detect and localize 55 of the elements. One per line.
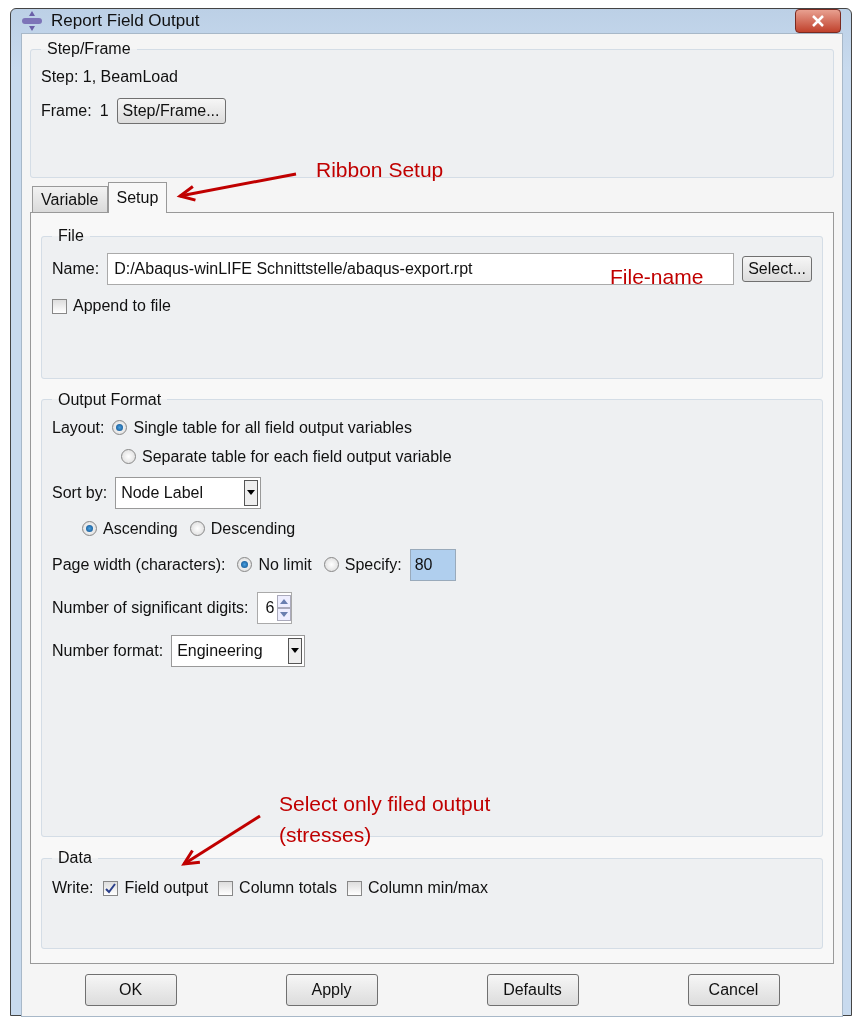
radio-button[interactable]: [82, 521, 97, 537]
annotation-text: Select only filed output (stresses): [279, 791, 492, 848]
group-title: File: [57, 227, 85, 245]
tab[interactable]: Variable: [32, 186, 108, 212]
number-format-label: Number format:: [52, 641, 164, 660]
spinner-arrows-icon: [277, 594, 292, 621]
group-title: Data: [57, 849, 93, 868]
digits-label: Number of significant digits:: [52, 598, 249, 617]
radio-button[interactable]: [121, 449, 136, 465]
caret-icon: [291, 648, 300, 654]
sort-by-dropdown[interactable]: Node Label: [115, 476, 262, 509]
dialog-button[interactable]: OK: [84, 974, 177, 1006]
radio-label: No limit: [258, 555, 312, 574]
annotation-text: Ribbon Setup: [316, 158, 444, 182]
checkbox-label: Field output: [124, 879, 209, 898]
step-text: Step: 1, BeamLoad: [41, 68, 179, 86]
checkbox-label: Column min/max: [367, 879, 488, 898]
checkbox[interactable]: [103, 880, 119, 896]
radio-button[interactable]: [237, 557, 253, 573]
page-width-label: Page width (characters):: [52, 555, 226, 574]
checkbox[interactable]: [346, 880, 362, 896]
dialog-button[interactable]: Apply: [285, 974, 378, 1006]
dialog-button[interactable]: Defaults: [486, 974, 579, 1006]
app-icon: [21, 11, 43, 31]
radio-button[interactable]: [189, 521, 205, 537]
close-button[interactable]: [795, 9, 841, 33]
step-frame-button[interactable]: Step/Frame...: [116, 98, 226, 124]
layout-label: Layout:: [52, 418, 105, 437]
specify-field[interactable]: 80: [409, 548, 456, 581]
checkbox[interactable]: [218, 880, 234, 896]
select-button[interactable]: Select...: [742, 256, 812, 282]
checkbox-label: Column totals: [239, 879, 337, 898]
radio-button[interactable]: [112, 420, 128, 436]
tab[interactable]: Setup: [107, 182, 168, 213]
frame-value: 1: [99, 102, 109, 120]
frame-label: Frame:: [41, 102, 92, 120]
window-title: Report Field Output: [51, 11, 200, 31]
checkbox[interactable]: [52, 298, 67, 314]
checkbox-label: Append to file: [73, 297, 171, 315]
dialog-button[interactable]: Cancel: [687, 974, 780, 1006]
radio-label: Single table for all field output variables: [133, 418, 412, 437]
group-title: Output Format: [57, 390, 163, 409]
radio-label: Specify:: [344, 555, 402, 574]
caret-icon: [247, 490, 256, 496]
radio-label: Ascending: [103, 519, 178, 538]
write-label: Write:: [52, 879, 94, 898]
number-format-dropdown[interactable]: Engineering: [171, 634, 306, 667]
group-title: Step/Frame: [46, 40, 132, 58]
sort-by-label: Sort by:: [52, 483, 108, 502]
close-icon: [811, 15, 825, 27]
name-label: Name:: [52, 260, 100, 278]
digits-spinbox[interactable]: 6: [256, 591, 293, 624]
radio-label: Descending: [210, 519, 296, 538]
radio-label: Separate table for each field output variable: [142, 447, 452, 466]
radio-button[interactable]: [323, 557, 339, 573]
